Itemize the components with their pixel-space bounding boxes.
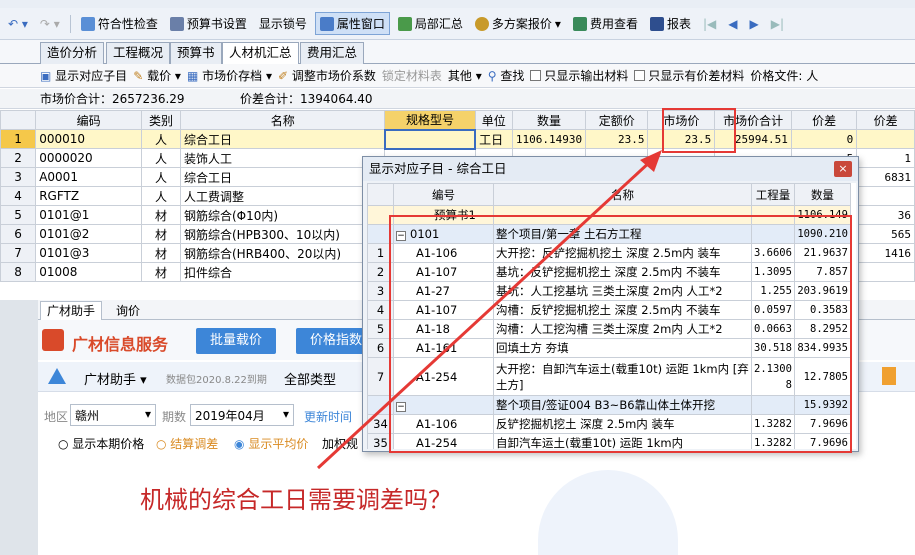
arrow-line <box>316 158 654 470</box>
annotation-question: 机械的综合工日需要调差吗？ <box>140 486 452 514</box>
annotation-arrow <box>316 150 662 470</box>
